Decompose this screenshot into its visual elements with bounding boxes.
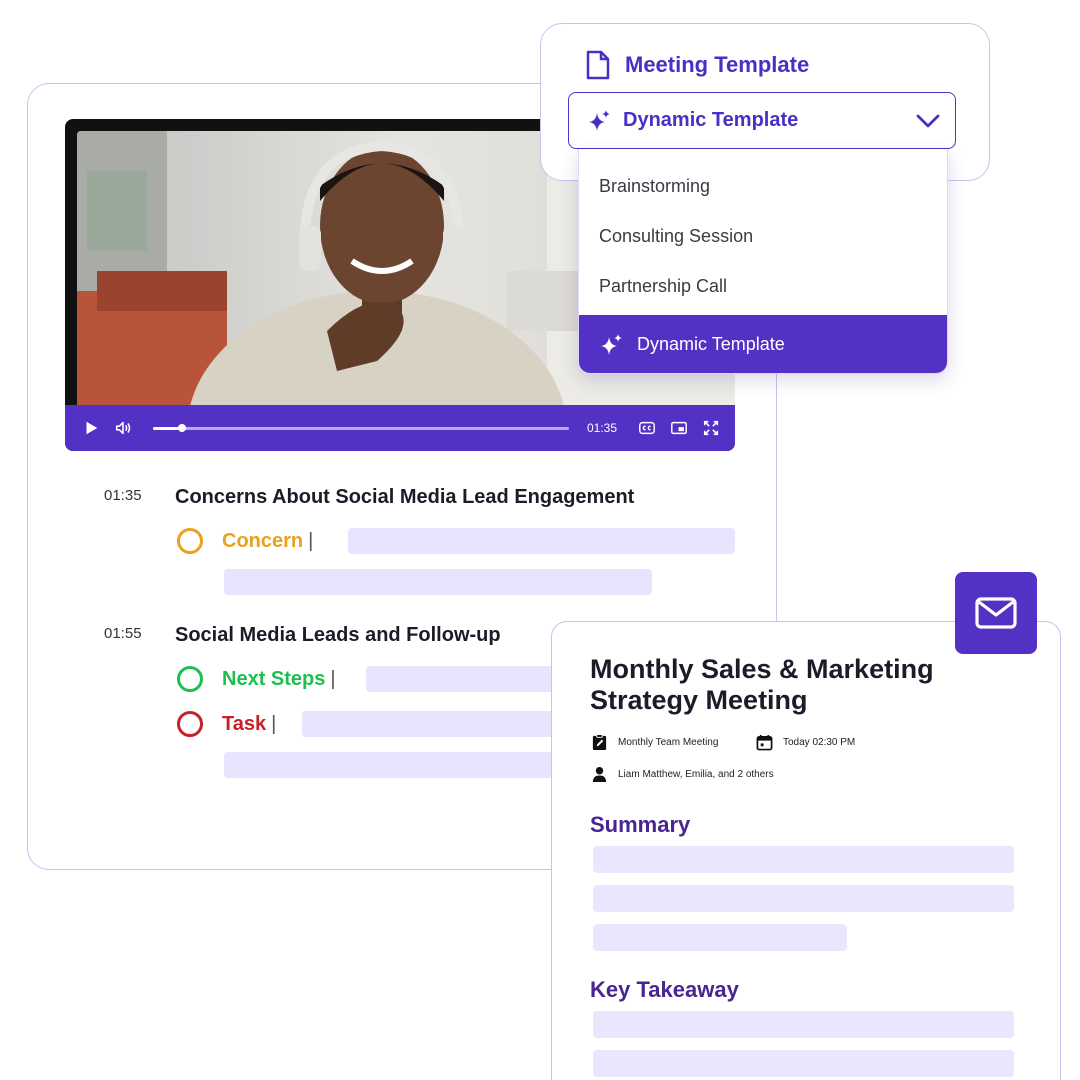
sparkle-icon — [601, 333, 622, 355]
meeting-template-header: Meeting Template — [585, 50, 809, 80]
placeholder-line — [224, 752, 556, 778]
task-circle-icon — [177, 711, 203, 737]
meeting-datetime: Today 02:30 PM — [756, 734, 855, 751]
transcript-timestamp[interactable]: 01:55 — [104, 625, 142, 642]
dropdown-option-consulting-session[interactable]: Consulting Session — [599, 226, 753, 247]
placeholder-line — [593, 846, 1014, 873]
placeholder-line — [224, 569, 652, 595]
chevron-down-icon[interactable] — [915, 113, 941, 129]
text-cursor: | — [308, 529, 314, 552]
text-cursor: | — [330, 667, 336, 690]
meeting-datetime-label: Today 02:30 PM — [783, 737, 856, 748]
meeting-attendees: Liam Matthew, Emilia, and 2 others — [591, 766, 774, 783]
dropdown-option-brainstorming[interactable]: Brainstorming — [599, 176, 710, 197]
tag-label: Next Steps — [222, 667, 326, 690]
next-steps-circle-icon — [177, 666, 203, 692]
dropdown-option-partnership-call[interactable]: Partnership Call — [599, 276, 727, 297]
play-icon[interactable] — [81, 418, 101, 438]
template-select-value: Dynamic Template — [623, 109, 799, 131]
tag-label: Task — [222, 712, 267, 735]
text-cursor: | — [271, 712, 277, 735]
tag-next-steps: Next Steps | — [177, 665, 336, 693]
tag-task: Task | — [177, 710, 276, 738]
placeholder-line — [366, 666, 556, 692]
sparkle-icon — [589, 109, 610, 131]
mail-icon — [975, 597, 1017, 629]
seek-handle[interactable] — [178, 423, 187, 432]
transcript-topic: Concerns About Social Media Lead Engagem… — [175, 486, 635, 508]
template-select[interactable]: Dynamic Template — [568, 92, 956, 149]
picture-in-picture-icon[interactable] — [669, 418, 689, 438]
send-email-button[interactable] — [955, 572, 1037, 654]
person-icon — [592, 766, 607, 783]
placeholder-line — [302, 711, 556, 737]
placeholder-line — [593, 885, 1014, 912]
placeholder-line — [593, 1050, 1014, 1077]
video-controls: 01:35 — [65, 405, 735, 451]
transcript-topic: Social Media Leads and Follow-up — [175, 624, 501, 646]
placeholder-line — [593, 1011, 1014, 1038]
summary-heading: Summary — [590, 812, 691, 837]
clipboard-edit-icon — [592, 734, 607, 751]
meeting-attendees-label: Liam Matthew, Emilia, and 2 others — [618, 769, 774, 780]
tag-label: Concern — [222, 529, 304, 552]
fullscreen-icon[interactable] — [701, 418, 721, 438]
document-icon — [586, 50, 610, 80]
transcript-timestamp[interactable]: 01:35 — [104, 487, 142, 504]
tag-concern: Concern | — [177, 527, 313, 555]
meeting-type-label: Monthly Team Meeting — [618, 737, 719, 748]
calendar-icon — [756, 734, 773, 751]
meeting-template-title: Meeting Template — [625, 52, 810, 77]
volume-icon[interactable] — [113, 418, 133, 438]
current-time: 01:35 — [586, 421, 617, 435]
template-dropdown-menu: Brainstorming Consulting Session Partner… — [578, 149, 948, 374]
seek-bar[interactable] — [153, 423, 569, 432]
concern-circle-icon — [177, 528, 203, 554]
meeting-type: Monthly Team Meeting — [591, 734, 718, 751]
meeting-title: Monthly Sales & Marketing Strategy Meeti… — [590, 654, 934, 715]
dropdown-option-label: Dynamic Template — [637, 334, 785, 354]
cc-icon[interactable] — [637, 418, 657, 438]
placeholder-line — [348, 528, 735, 554]
dropdown-option-dynamic-template[interactable]: Dynamic Template — [579, 315, 947, 373]
key-takeaway-heading: Key Takeaway — [590, 977, 739, 1002]
placeholder-line — [593, 924, 847, 951]
